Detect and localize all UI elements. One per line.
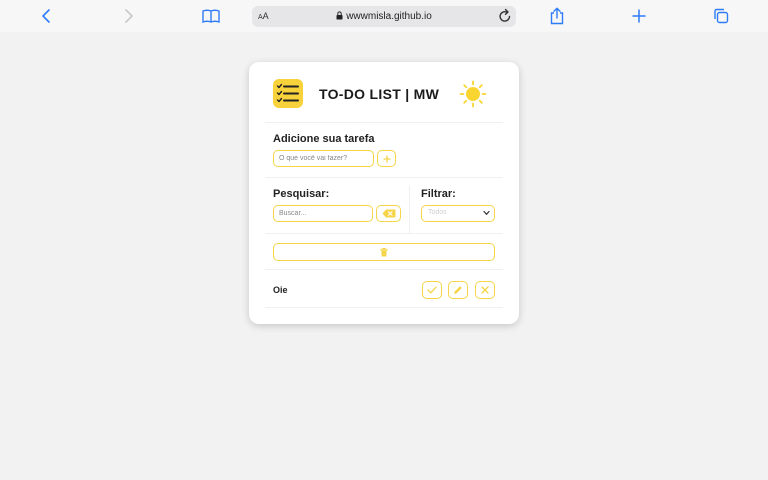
divider: [265, 233, 503, 234]
filter-select[interactable]: Todos: [421, 205, 495, 222]
close-icon: [481, 286, 489, 294]
filter-selected-value: Todos: [428, 209, 447, 216]
divider: [265, 307, 503, 308]
reload-icon: [499, 8, 511, 22]
complete-todo-button[interactable]: [422, 281, 442, 299]
lock-icon: [336, 11, 343, 20]
backspace-icon: [382, 209, 396, 218]
plus-icon: [382, 154, 391, 163]
filter-label: Filtrar:: [421, 188, 456, 200]
divider: [265, 269, 503, 270]
url-text: wwwmisla.github.io: [346, 11, 432, 22]
reload-button[interactable]: [498, 8, 512, 29]
address-bar[interactable]: AA wwwmisla.github.io: [252, 6, 516, 27]
divider: [265, 177, 503, 178]
bookmarks-icon: [202, 9, 220, 23]
add-task-input[interactable]: [273, 150, 374, 167]
new-tab-icon: [632, 9, 646, 23]
clear-search-button[interactable]: [376, 205, 401, 222]
delete-todo-button[interactable]: [475, 281, 495, 299]
tabs-icon: [714, 8, 729, 24]
todo-item-text: Oie: [273, 285, 288, 295]
forward-icon: [125, 9, 133, 23]
search-input[interactable]: [273, 205, 373, 222]
url-display: wwwmisla.github.io: [252, 11, 516, 22]
browser-toolbar: AA wwwmisla.github.io: [0, 0, 768, 32]
todo-card: TO-DO LIST | MW Adicione sua tarefa Pesq…: [249, 62, 519, 324]
back-icon: [42, 9, 50, 23]
divider: [265, 122, 503, 123]
divider-vertical: [409, 185, 410, 233]
search-label: Pesquisar:: [273, 188, 330, 200]
pencil-icon: [454, 286, 462, 294]
page-title: TO-DO LIST | MW: [319, 86, 440, 102]
forward-button[interactable]: [117, 6, 139, 26]
edit-todo-button[interactable]: [448, 281, 468, 299]
theme-toggle[interactable]: [459, 80, 487, 113]
sun-icon: [459, 80, 487, 108]
checklist-icon: [276, 83, 299, 103]
back-button[interactable]: [36, 6, 58, 26]
share-button[interactable]: [546, 6, 568, 26]
clear-all-button[interactable]: [273, 243, 495, 261]
share-icon: [550, 7, 564, 25]
app-logo: [273, 79, 303, 108]
bookmarks-button[interactable]: [200, 6, 222, 26]
trash-icon: [380, 247, 388, 256]
new-tab-button[interactable]: [628, 6, 650, 26]
check-icon: [427, 286, 437, 294]
add-task-label: Adicione sua tarefa: [273, 133, 375, 145]
add-task-button[interactable]: [377, 150, 396, 167]
tabs-button[interactable]: [710, 6, 732, 26]
chevron-down-icon: [483, 210, 490, 215]
